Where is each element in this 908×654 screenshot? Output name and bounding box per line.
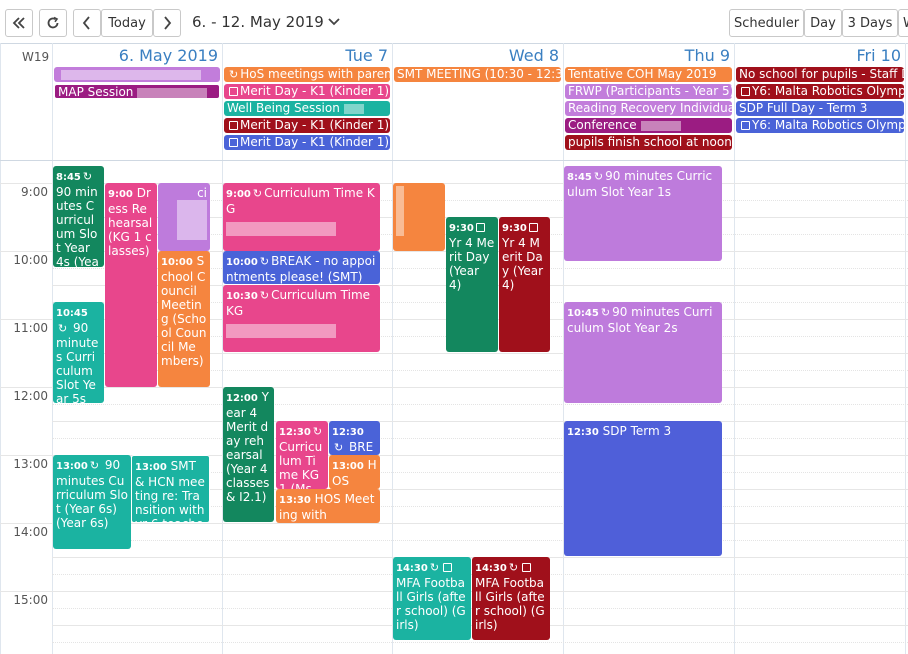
- calendar-event[interactable]: 12:30↻ BREAK: [329, 421, 380, 455]
- allday-event[interactable]: No school for pupils - Staff Dev: [736, 67, 904, 82]
- today-button[interactable]: Today: [101, 9, 153, 37]
- calendar-event[interactable]: 14:30 ↻ MFA Football Girls (after school)…: [393, 557, 471, 640]
- allday-event[interactable]: Conference: [565, 118, 732, 133]
- view-scheduler-button[interactable]: Scheduler: [729, 9, 804, 37]
- allday-event[interactable]: Well Being Session: [224, 101, 390, 116]
- day-header-mon[interactable]: 6. May 2019: [52, 46, 222, 65]
- calendar-event[interactable]: 9:00 ↻ Curriculum Time KG: [223, 183, 380, 251]
- allday-event[interactable]: MAP Session: [54, 84, 220, 99]
- time-label: 14:00: [13, 525, 48, 539]
- calendar-event[interactable]: 12:30 ↻ Curriculum Time KG 1 (Ms: [276, 421, 328, 489]
- allday-event[interactable]: [54, 67, 220, 82]
- chevron-right-icon: [164, 16, 172, 30]
- calendar-event[interactable]: 10:45 ↻ 90 minutes Curriculum Slot Year 2s: [564, 302, 722, 403]
- double-chevron-left-icon: [12, 17, 25, 29]
- refresh-button[interactable]: [39, 9, 67, 37]
- date-range-label: 6. - 12. May 2019: [192, 13, 324, 31]
- calendar-event[interactable]: 12:00 Year 4 Merit day rehearsal (Year 4…: [223, 387, 274, 522]
- allday-event[interactable]: Merit Day - K1 (Kinder 1): [224, 118, 390, 133]
- day-header-wed[interactable]: Wed 8: [392, 46, 563, 65]
- day-header-thu[interactable]: Thu 9: [563, 46, 734, 65]
- allday-event[interactable]: Merit Day - K1 (Kinder 1): [224, 135, 390, 150]
- time-label: 12:00: [13, 389, 48, 403]
- calendar-event[interactable]: 13:30 HOS Meeting with: [276, 489, 380, 523]
- day-header-tue[interactable]: Tue 7: [222, 46, 392, 65]
- allday-event[interactable]: Tentative COH May 2019: [565, 67, 732, 82]
- time-label: 13:00: [13, 457, 48, 471]
- allday-event[interactable]: SDP Full Day - Term 3: [736, 101, 904, 116]
- calendar-event[interactable]: 10:00 School Council Meeting (School Cou…: [158, 251, 210, 387]
- next-button[interactable]: [153, 9, 181, 37]
- calendar-event[interactable]: 8:45 ↻ 90 minutes Curriculum Slot Year 4s…: [53, 166, 104, 267]
- calendar-event[interactable]: 14:30 ↻ MFA Football Girls (after school)…: [472, 557, 550, 640]
- time-label: 9:00: [21, 185, 48, 199]
- view-3days-button[interactable]: 3 Days: [842, 9, 898, 37]
- calendar-event[interactable]: 13:00 ↻ 90 minutes Curriculum Slot (Year …: [53, 455, 131, 549]
- view-week-button[interactable]: W: [898, 9, 908, 37]
- week-number: W19: [22, 50, 50, 64]
- allday-event[interactable]: pupils finish school at noon: [565, 135, 732, 150]
- refresh-icon: [47, 16, 59, 29]
- calendar-event[interactable]: ci: [158, 183, 210, 251]
- first-page-button[interactable]: [5, 9, 33, 37]
- allday-event[interactable]: Y6: Malta Robotics Olympiad: [736, 84, 904, 99]
- allday-event[interactable]: Reading Recovery Individual V: [565, 101, 732, 116]
- chevron-down-icon: [328, 18, 340, 26]
- view-day-button[interactable]: Day: [804, 9, 842, 37]
- calendar-toolbar: Today 6. - 12. May 2019 Scheduler Day 3 …: [0, 0, 908, 43]
- allday-event[interactable]: Y6: Malta Robotics Olympiad: [736, 118, 904, 133]
- calendar-event[interactable]: 9:00 Dress Rehearsal (KG 1 classes): [105, 183, 157, 387]
- time-label: 15:00: [13, 593, 48, 607]
- day-header-fri[interactable]: Fri 10: [734, 46, 905, 65]
- time-label: 10:00: [13, 253, 48, 267]
- allday-event[interactable]: Merit Day - K1 (Kinder 1): [224, 84, 390, 99]
- allday-event[interactable]: SMT MEETING (10:30 - 12:30: [394, 67, 561, 82]
- allday-event[interactable]: FRWP (Participants - Year 5): [565, 84, 732, 99]
- time-label: 11:00: [13, 321, 48, 335]
- calendar-event[interactable]: 13:00 SMT & HCN meeting re: Transition w…: [131, 455, 210, 523]
- calendar-event[interactable]: 12:30 SDP Term 3: [564, 421, 722, 556]
- calendar-event[interactable]: [393, 183, 445, 251]
- calendar-event[interactable]: 9:30 Yr 4 Merit Day (Year 4): [446, 217, 498, 352]
- date-range-picker[interactable]: 6. - 12. May 2019: [192, 13, 340, 31]
- calendar-event[interactable]: 8:45 ↻ 90 minutes Curriculum Slot Year 1s: [564, 166, 722, 261]
- previous-button[interactable]: [73, 9, 101, 37]
- calendar-event[interactable]: 10:30 ↻ Curriculum Time KG: [223, 285, 380, 352]
- calendar-event[interactable]: 9:30 Yr 4 Merit Day (Year 4): [499, 217, 550, 352]
- calendar-event[interactable]: 13:00 HOS: [329, 455, 380, 489]
- week-grid: W19 6. May 2019 Tue 7 Wed 8 Thu 9 Fri 10…: [0, 43, 908, 654]
- chevron-left-icon: [82, 16, 90, 30]
- calendar-event[interactable]: 10:45↻ 90 minutes Curriculum Slot Year 5…: [53, 302, 104, 403]
- calendar-event[interactable]: 10:00 ↻ BREAK - no appointments please! (S…: [223, 251, 380, 284]
- allday-event[interactable]: ↻HoS meetings with parents a: [224, 67, 390, 82]
